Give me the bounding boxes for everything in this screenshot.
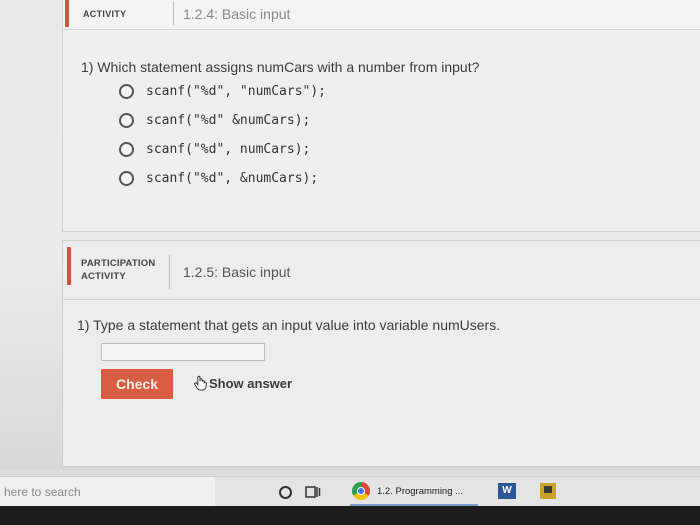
cortana-icon[interactable] [279, 486, 292, 499]
question-prompt: 1) Which statement assigns numCars with … [81, 59, 480, 75]
choice-list: scanf("%d", "numCars"); scanf("%d" &numC… [119, 77, 326, 193]
choice-option-1[interactable]: scanf("%d", "numCars"); [119, 77, 326, 106]
answer-input[interactable] [101, 343, 265, 361]
radio-button[interactable] [119, 171, 134, 186]
activity-title: 1.2.4: Basic input [183, 6, 291, 22]
choice-option-2[interactable]: scanf("%d" &numCars); [119, 106, 326, 135]
question-prompt: 1) Type a statement that gets an input v… [77, 317, 501, 333]
chrome-window-label: 1.2. Programming ... [377, 485, 464, 497]
search-placeholder: here to search [4, 485, 81, 499]
screen-bezel [0, 506, 700, 525]
taskbar-chrome-window[interactable]: 1.2. Programming ... [352, 482, 463, 500]
activity-title: 1.2.5: Basic input [183, 264, 291, 280]
type-label-line-2: ACTIVITY [81, 271, 126, 282]
header-separator [173, 1, 174, 25]
chrome-icon [352, 482, 370, 500]
radio-button[interactable] [119, 84, 134, 99]
hand-cursor-icon [194, 375, 207, 391]
choice-option-4[interactable]: scanf("%d", &numCars); [119, 164, 326, 193]
activity-accent-bar [65, 0, 69, 27]
task-view-icon[interactable] [305, 485, 321, 499]
show-answer-label: Show answer [209, 375, 293, 391]
choice-label: scanf("%d", numCars); [146, 142, 311, 157]
radio-button[interactable] [119, 113, 134, 128]
activity-type-label: ACTIVITY [83, 9, 127, 19]
activity-accent-bar [67, 247, 71, 285]
show-answer-button[interactable]: Show answer [193, 375, 292, 391]
type-label-line-1: PARTICIPATION [81, 258, 156, 269]
header-separator [169, 255, 170, 289]
header-divider [63, 299, 700, 300]
choice-label: scanf("%d", &numCars); [146, 171, 319, 186]
choice-option-3[interactable]: scanf("%d", numCars); [119, 135, 326, 164]
activity-header: ACTIVITY 1.2.4: Basic input [63, 0, 700, 30]
windows-taskbar: here to search 1.2. Programming ... W [0, 476, 700, 507]
radio-button[interactable] [119, 142, 134, 157]
activity-card-1-2-4: ACTIVITY 1.2.4: Basic input 1) Which sta… [62, 0, 700, 232]
taskbar-search-box[interactable]: here to search [0, 477, 215, 507]
activity-type-label: PARTICIPATION ACTIVITY [81, 257, 155, 283]
store-icon[interactable] [540, 483, 556, 499]
word-icon[interactable]: W [498, 483, 516, 499]
choice-label: scanf("%d" &numCars); [146, 113, 311, 128]
browser-page: ACTIVITY 1.2.4: Basic input 1) Which sta… [0, 0, 700, 470]
choice-label: scanf("%d", "numCars"); [146, 84, 327, 99]
activity-card-1-2-5: PARTICIPATION ACTIVITY 1.2.5: Basic inpu… [62, 240, 700, 467]
check-button[interactable]: Check [101, 369, 173, 399]
